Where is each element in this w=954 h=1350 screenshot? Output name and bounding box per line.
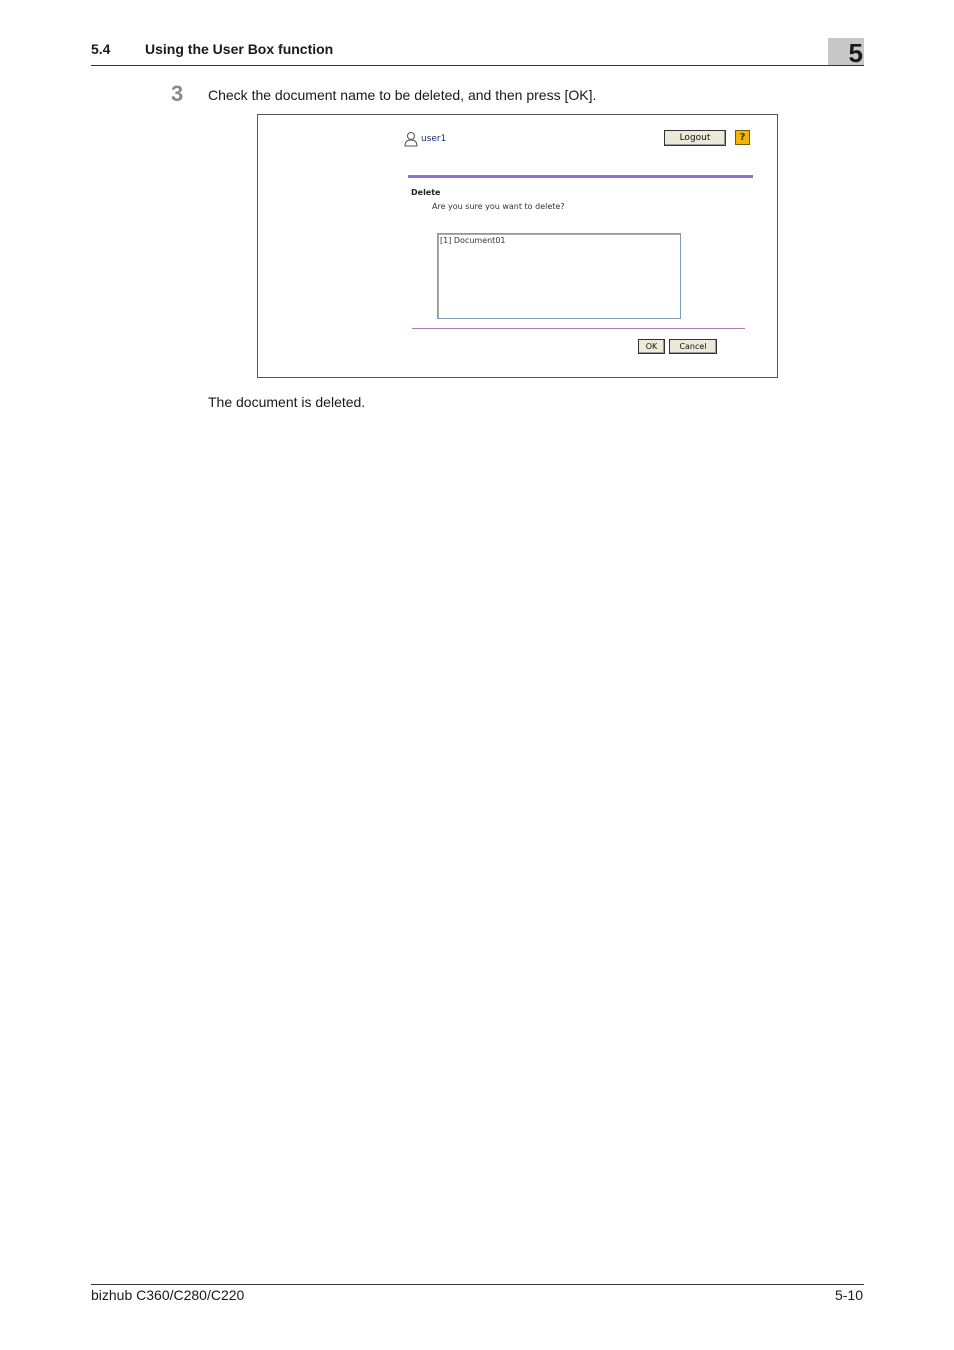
ok-button[interactable]: OK (638, 339, 665, 354)
product-name: bizhub C360/C280/C220 (91, 1287, 245, 1303)
list-item[interactable]: [1] Document01 (440, 236, 506, 245)
cancel-button[interactable]: Cancel (669, 339, 717, 354)
footer-divider (91, 1284, 864, 1285)
delete-question: Are you sure you want to delete? (432, 202, 565, 211)
chapter-number-badge: 5 (828, 38, 864, 68)
step-number: 3 (171, 81, 184, 106)
divider (412, 328, 745, 329)
user-name-link[interactable]: user1 (421, 134, 446, 144)
delete-confirmation-screenshot: user1 Logout ? Delete Are you sure you w… (257, 114, 778, 378)
result-text: The document is deleted. (208, 394, 366, 410)
header-divider (91, 65, 864, 66)
help-icon[interactable]: ? (735, 130, 750, 145)
document-list[interactable]: [1] Document01 (437, 233, 681, 319)
user-icon (404, 132, 418, 147)
step-instruction: Check the document name to be deleted, a… (208, 87, 597, 103)
section-number: 5.4 (91, 41, 111, 57)
section-title: Using the User Box function (145, 41, 334, 57)
accent-bar (408, 175, 753, 178)
logout-button[interactable]: Logout (664, 130, 726, 146)
page-number: 5-10 (834, 1287, 863, 1303)
delete-heading: Delete (411, 188, 441, 197)
